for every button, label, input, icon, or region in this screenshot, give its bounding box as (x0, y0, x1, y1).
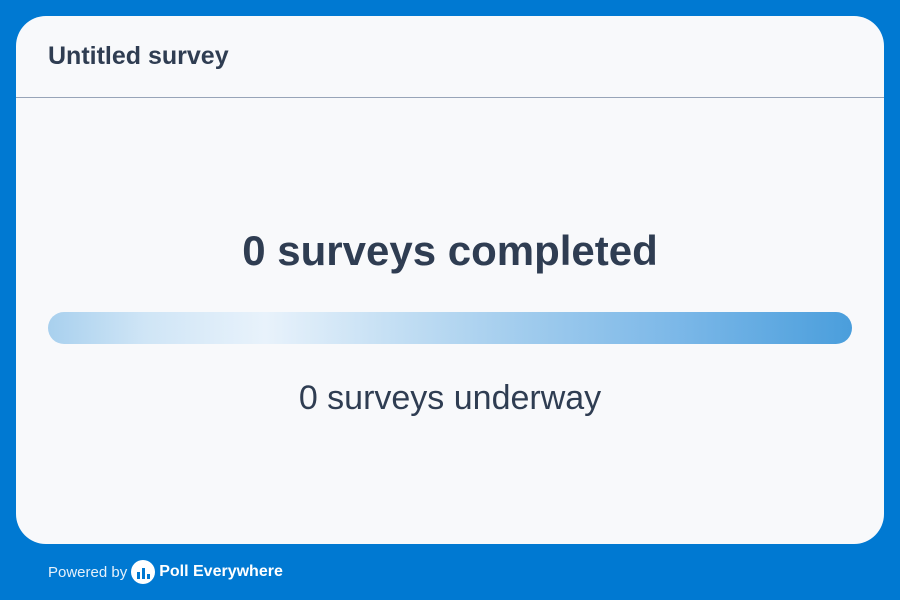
survey-title: Untitled survey (48, 42, 229, 70)
surveys-underway-count: 0 surveys underway (298, 379, 602, 417)
poll-everywhere-brand-link[interactable]: Poll Everywhere (159, 563, 283, 581)
surveys-completed-count: 0 surveys completed (242, 227, 658, 274)
powered-by-label: Powered by (48, 563, 128, 581)
survey-card: Untitled survey 0 surveys completed 0 su… (16, 16, 884, 544)
footer: Powered by Poll Everywhere (48, 558, 283, 586)
progress-bar (48, 312, 852, 344)
card-header: Untitled survey (16, 16, 884, 98)
poll-everywhere-logo-icon (131, 560, 156, 584)
